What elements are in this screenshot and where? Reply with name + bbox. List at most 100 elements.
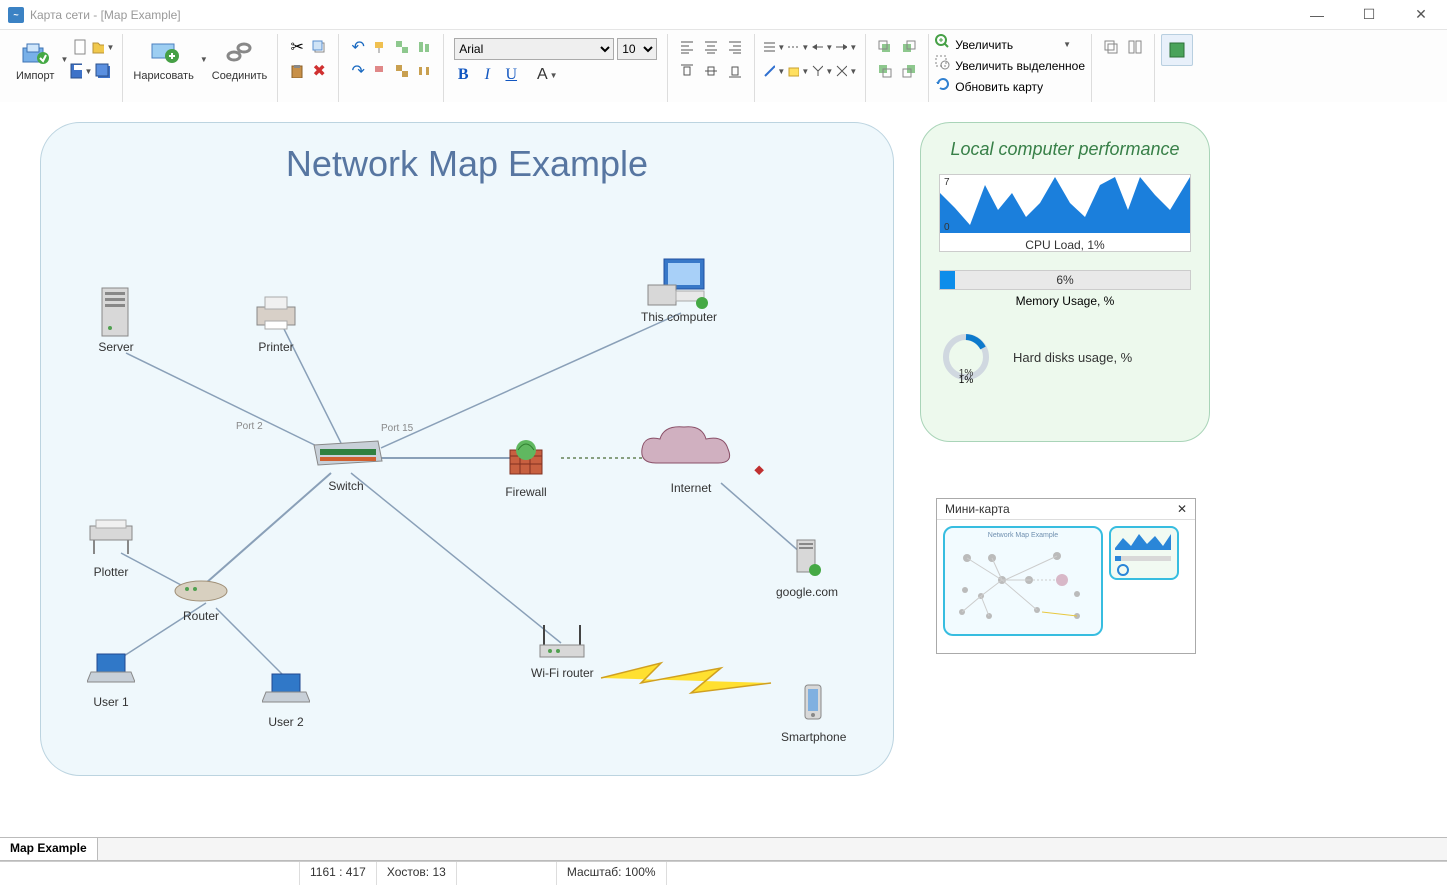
plotter-icon bbox=[86, 513, 136, 563]
app-icon: ~ bbox=[8, 7, 24, 23]
computer-icon bbox=[644, 258, 714, 308]
align-center[interactable] bbox=[700, 36, 722, 58]
window-title: Карта сети - [Map Example] bbox=[30, 8, 181, 22]
memory-bar: 6% bbox=[939, 270, 1191, 290]
status-scale: Масштаб: 100% bbox=[557, 862, 667, 885]
toolbar: Импорт ▼ ▼ ▼ Нарисовать ▼ bbox=[0, 30, 1447, 107]
node-wifi[interactable]: Wi-Fi router bbox=[531, 618, 594, 680]
line-dash[interactable]: ▼ bbox=[787, 36, 809, 58]
dropdown-icon[interactable]: ▼ bbox=[1063, 40, 1071, 49]
node-internet[interactable]: Internet ⬥ bbox=[636, 423, 746, 495]
canvas[interactable]: Network Map Example Port 2 Port 15 Serve… bbox=[0, 102, 1447, 837]
format-painter[interactable] bbox=[369, 36, 391, 58]
printer-icon bbox=[251, 288, 301, 338]
smartphone-icon bbox=[789, 678, 839, 728]
node-google[interactable]: google.com bbox=[776, 533, 838, 599]
bring-front[interactable] bbox=[874, 36, 896, 58]
ungroup-button[interactable] bbox=[391, 60, 413, 82]
x-style[interactable]: ▼ bbox=[835, 60, 857, 82]
copy-button[interactable] bbox=[308, 36, 330, 58]
minimap[interactable]: Мини-карта ✕ Network Map Example bbox=[936, 498, 1196, 654]
align-middle[interactable] bbox=[700, 60, 722, 82]
underline-button[interactable]: U bbox=[500, 64, 522, 86]
new-button[interactable] bbox=[70, 36, 92, 58]
node-printer[interactable]: Printer bbox=[251, 288, 301, 354]
save-button[interactable]: ▼ bbox=[70, 60, 92, 82]
line-weight[interactable]: ▼ bbox=[763, 36, 785, 58]
memory-label: Memory Usage, % bbox=[939, 294, 1191, 308]
open-button[interactable]: ▼ bbox=[92, 36, 114, 58]
connect-button[interactable]: Соединить bbox=[208, 34, 272, 84]
group-button[interactable] bbox=[391, 36, 413, 58]
align-button[interactable] bbox=[413, 36, 435, 58]
performance-panel[interactable]: Local computer performance 7 0 CPU Load,… bbox=[920, 122, 1210, 442]
arrow-start[interactable]: ▼ bbox=[811, 36, 833, 58]
disk-label: Hard disks usage, % bbox=[1013, 350, 1132, 365]
font-family-select[interactable]: Arial bbox=[454, 38, 614, 60]
close-icon[interactable]: ✕ bbox=[1177, 502, 1187, 516]
titlebar: ~ Карта сети - [Map Example] — ☐ ✕ bbox=[0, 0, 1447, 30]
align-left[interactable] bbox=[676, 36, 698, 58]
close-button[interactable]: ✕ bbox=[1403, 1, 1439, 29]
delete-button[interactable]: ✖ bbox=[308, 60, 330, 82]
options-button[interactable] bbox=[1161, 34, 1193, 66]
save-all-button[interactable] bbox=[92, 60, 114, 82]
dropdown-icon[interactable]: ▼ bbox=[60, 55, 68, 64]
paste-button[interactable] bbox=[286, 60, 308, 82]
fill-color[interactable]: ▼ bbox=[787, 60, 809, 82]
performance-title: Local computer performance bbox=[939, 139, 1191, 160]
import-button[interactable]: Импорт bbox=[12, 34, 58, 84]
distribute-button[interactable] bbox=[413, 60, 435, 82]
font-color-button[interactable]: A▼ bbox=[536, 64, 558, 86]
arrow-end[interactable]: ▼ bbox=[835, 36, 857, 58]
import-icon bbox=[19, 36, 51, 68]
node-firewall[interactable]: Firewall bbox=[501, 433, 551, 499]
clear-format[interactable] bbox=[369, 60, 391, 82]
send-back[interactable] bbox=[874, 60, 896, 82]
refresh-map-button[interactable]: Обновить карту bbox=[935, 76, 1043, 97]
cut-button[interactable]: ✂ bbox=[286, 36, 308, 58]
send-backward[interactable] bbox=[898, 60, 920, 82]
connector-type[interactable]: ▼ bbox=[811, 60, 833, 82]
node-smartphone[interactable]: Smartphone bbox=[781, 678, 846, 744]
minimap-perf-rect bbox=[1109, 526, 1179, 580]
map-panel[interactable]: Network Map Example Port 2 Port 15 Serve… bbox=[40, 122, 894, 776]
laptop-icon bbox=[261, 663, 311, 713]
node-user1[interactable]: User 1 bbox=[86, 643, 136, 709]
node-switch[interactable]: Switch bbox=[306, 433, 386, 493]
bring-forward[interactable] bbox=[898, 36, 920, 58]
firewall-icon bbox=[501, 433, 551, 483]
align-right[interactable] bbox=[724, 36, 746, 58]
node-this-computer[interactable]: This computer bbox=[641, 258, 717, 324]
window-cascade[interactable] bbox=[1100, 36, 1122, 58]
minimize-button[interactable]: — bbox=[1299, 1, 1335, 29]
redo-button[interactable]: ↷ bbox=[347, 60, 369, 82]
tab-map-example[interactable]: Map Example bbox=[0, 838, 98, 860]
italic-button[interactable]: I bbox=[476, 64, 498, 86]
tab-bar: Map Example bbox=[0, 837, 1447, 861]
node-user2[interactable]: User 2 bbox=[261, 663, 311, 729]
router-icon bbox=[171, 573, 231, 607]
undo-button[interactable]: ↶ bbox=[347, 36, 369, 58]
draw-button[interactable]: Нарисовать bbox=[129, 34, 197, 84]
refresh-icon bbox=[935, 76, 951, 97]
line-color[interactable]: ▼ bbox=[763, 60, 785, 82]
minimap-main-rect: Network Map Example bbox=[943, 526, 1103, 636]
align-top[interactable] bbox=[676, 60, 698, 82]
zoom-selection-icon bbox=[935, 55, 951, 76]
zoom-selection-button[interactable]: Увеличить выделенное bbox=[935, 55, 1085, 76]
node-plotter[interactable]: Plotter bbox=[86, 513, 136, 579]
maximize-button[interactable]: ☐ bbox=[1351, 1, 1387, 29]
dropdown-icon[interactable]: ▼ bbox=[200, 55, 208, 64]
connect-icon bbox=[224, 36, 256, 68]
node-server[interactable]: Server bbox=[91, 288, 141, 354]
align-bottom[interactable] bbox=[724, 60, 746, 82]
draw-icon bbox=[148, 36, 180, 68]
bold-button[interactable]: B bbox=[452, 64, 474, 86]
font-size-select[interactable]: 10 bbox=[617, 38, 657, 60]
window-tile[interactable] bbox=[1124, 36, 1146, 58]
node-router[interactable]: Router bbox=[171, 573, 231, 623]
status-error-icon: ⬥ bbox=[754, 461, 764, 478]
zoom-in-button[interactable]: Увеличить ▼ bbox=[935, 34, 1071, 55]
minimap-body[interactable]: Network Map Example bbox=[937, 520, 1195, 650]
